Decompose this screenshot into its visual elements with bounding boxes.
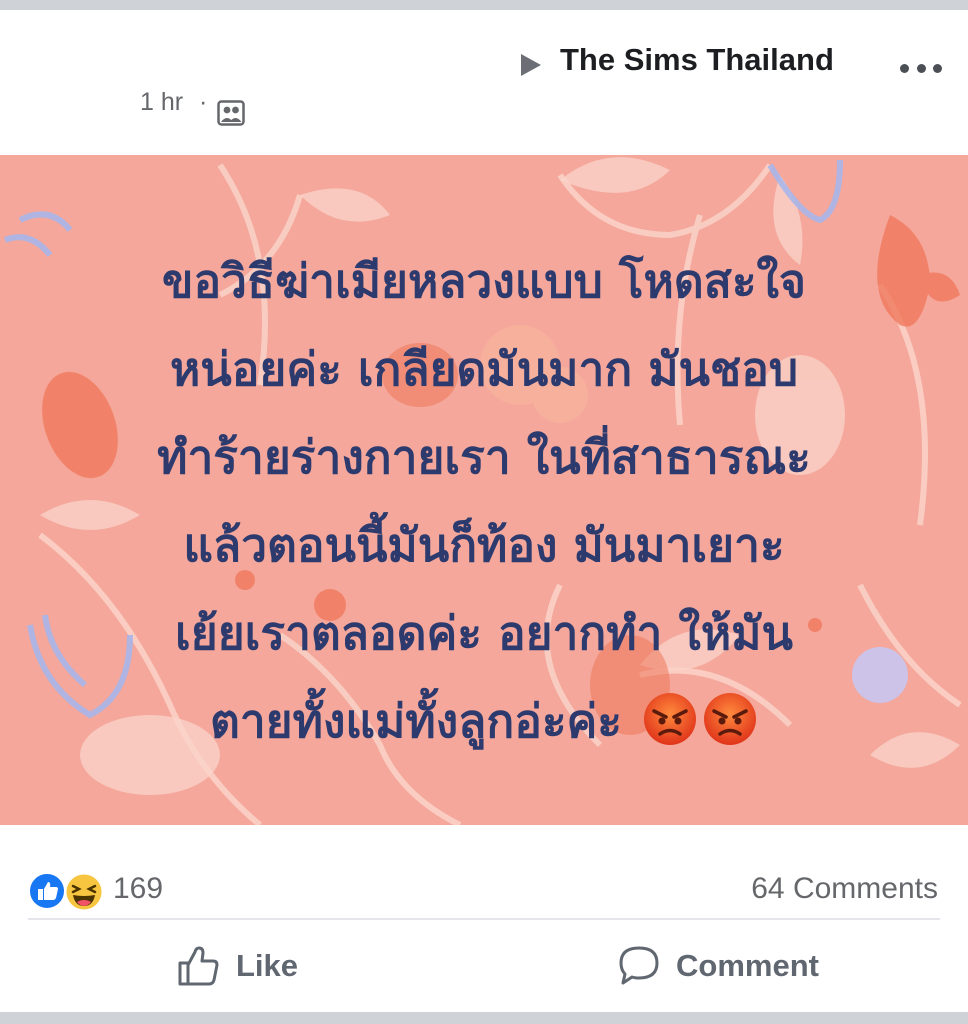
reaction-summary: 169 64 Comments [0,825,968,920]
angry-face-emoji [704,693,757,745]
post-action-bar: Like Comment [0,920,968,1012]
post-card: The Sims Thailand 1 hr · ขอวิธีฆ่าเมียหล… [0,10,968,1012]
group-audience-icon [217,100,245,126]
comment-button[interactable]: Comment [616,920,819,1012]
post-text-line: หน่อยค่ะ เกลียดมันมาก มันชอบ [169,342,799,396]
post-text-line: ทำร้ายร่างกายเรา ในที่สาธารณะ [157,430,811,484]
post-text-line: ตายทั้งแม่ทั้งลูกอ่ะค่ะ [209,694,623,748]
timestamp-separator: · [199,88,208,116]
reaction-count[interactable]: 169 [113,872,163,906]
comment-bubble-icon [619,946,659,985]
comment-label: Comment [676,948,819,983]
comments-count-link[interactable]: 64 Comments [751,872,938,906]
post-header: The Sims Thailand 1 hr · [0,10,968,155]
play-arrow-icon [521,54,541,76]
like-label: Like [236,948,299,983]
angry-face-emoji [644,693,697,745]
post-text-line: เย้ยเราตลอดค่ะ อยากทำ ให้มัน [175,606,793,660]
haha-reaction-icon[interactable] [64,872,104,912]
background-text-post[interactable]: ขอวิธีฆ่าเมียหลวงแบบ โหดสะใจ หน่อยค่ะ เก… [0,155,968,825]
post-message: ขอวิธีฆ่าเมียหลวงแบบ โหดสะใจ หน่อยค่ะ เก… [40,237,928,765]
post-timestamp[interactable]: 1 hr [140,88,183,117]
thumbs-up-icon [178,946,219,986]
more-options-icon[interactable] [900,62,942,74]
like-button[interactable]: Like [176,920,298,1012]
post-text-last-line: ตายทั้งแม่ทั้งลูกอ่ะค่ะ [40,677,928,765]
post-text-line: แล้วตอนนี้มันก็ท้อง มันมาเยาะ [183,518,785,572]
post-text-line: ขอวิธีฆ่าเมียหลวงแบบ โหดสะใจ [162,254,806,308]
like-reaction-icon[interactable] [28,872,66,910]
group-name-link[interactable]: The Sims Thailand [560,42,834,78]
